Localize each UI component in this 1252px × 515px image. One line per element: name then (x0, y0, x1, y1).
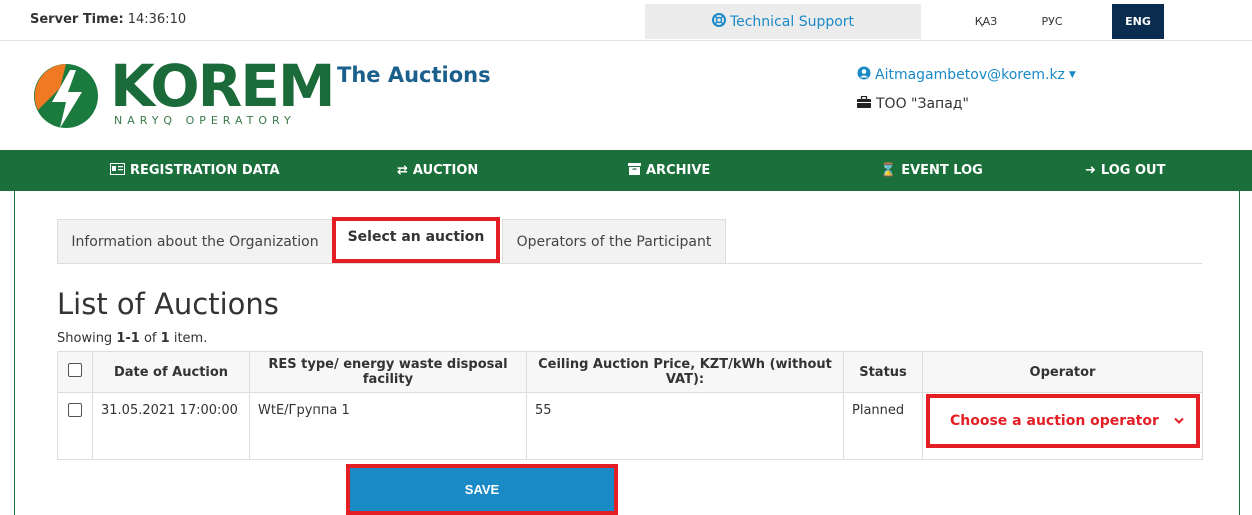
archive-icon (628, 162, 641, 179)
nav-registration-data[interactable]: REGISTRATION DATA (110, 150, 280, 191)
logo-wordmark: KOREM (110, 52, 336, 120)
user-circle-icon (857, 66, 871, 84)
operator-select[interactable]: Choose a auction operator (926, 394, 1200, 448)
list-title: List of Auctions (57, 287, 279, 321)
cell-ceiling-price: 55 (526, 392, 844, 460)
hourglass-icon: ⌛ (880, 163, 897, 178)
briefcase-icon (857, 95, 871, 112)
nav-event-log-label: EVENT LOG (901, 163, 983, 178)
col-res-type[interactable]: RES type/ energy waste disposal facility (249, 351, 527, 393)
tab-participant-operators[interactable]: Operators of the Participant (502, 219, 726, 263)
logo-subtext: NARYQ OPERATORY (114, 114, 296, 127)
user-menu[interactable]: Aitmagambetov@korem.kz ▼ (857, 66, 1076, 84)
lang-rus-button[interactable]: РУС (1034, 4, 1070, 39)
table-header-row: Date of Auction RES type/ energy waste d… (57, 351, 1203, 393)
chevron-down-icon (1174, 414, 1184, 428)
exchange-icon: ⇄ (397, 163, 408, 178)
pagination-summary: Showing 1-1 of 1 item. (57, 331, 207, 346)
nav-auction[interactable]: ⇄ AUCTION (397, 150, 478, 191)
col-status[interactable]: Status (843, 351, 923, 393)
cell-status: Planned (843, 392, 923, 460)
user-organization: ТОО "Запад" (857, 95, 969, 112)
logout-icon: ➜ (1085, 163, 1096, 178)
lightning-logo-icon (34, 64, 98, 128)
showing-prefix: Showing (57, 331, 113, 346)
cell-date: 31.05.2021 17:00:00 (92, 392, 250, 460)
tab-select-auction[interactable]: Select an auction (332, 217, 500, 263)
row-checkbox[interactable] (68, 403, 82, 417)
nav-event-log[interactable]: ⌛ EVENT LOG (880, 150, 983, 191)
top-bar: Server Time: 14:36:10 Technical Support Қ… (0, 0, 1252, 41)
nav-archive-label: ARCHIVE (646, 163, 711, 178)
col-ceiling-price[interactable]: Ceiling Auction Price, KZT/kWh (without … (526, 351, 844, 393)
nav-registration-data-label: REGISTRATION DATA (130, 163, 280, 178)
technical-support-label: Technical Support (729, 13, 855, 30)
col-operator: Operator (922, 351, 1203, 393)
main-navigation: REGISTRATION DATA ⇄ AUCTION ARCHIVE ⌛ EV… (0, 150, 1252, 191)
user-email: Aitmagambetov@korem.kz (875, 67, 1065, 83)
page-title: The Auctions (337, 63, 491, 87)
server-time-value: 14:36:10 (127, 12, 187, 27)
lang-eng-button[interactable]: ENG (1112, 4, 1164, 39)
user-org-name: ТОО "Запад" (876, 96, 969, 112)
cell-res-type: WtE/Группа 1 (249, 392, 527, 460)
korem-logo[interactable]: KOREM NARYQ OPERATORY (30, 52, 336, 140)
operator-select-value: Choose a auction operator (950, 413, 1159, 429)
showing-range: 1-1 (116, 331, 140, 346)
showing-suffix: item. (173, 331, 208, 346)
select-all-cell (57, 351, 93, 393)
nav-archive[interactable]: ARCHIVE (628, 150, 710, 191)
showing-total: 1 (160, 331, 170, 346)
technical-support-link[interactable]: Technical Support (645, 4, 921, 39)
server-time-label: Server Time: (30, 12, 124, 27)
server-time: Server Time: 14:36:10 (30, 12, 186, 27)
col-date[interactable]: Date of Auction (92, 351, 250, 393)
lang-kaz-button[interactable]: ҚАЗ (968, 4, 1004, 39)
lifebuoy-icon (711, 12, 726, 31)
tab-bar: Information about the Organization Selec… (57, 217, 1202, 264)
showing-of: of (143, 331, 157, 346)
save-button[interactable]: SAVE (350, 468, 614, 511)
id-card-icon (110, 162, 125, 179)
nav-auction-label: AUCTION (412, 163, 479, 178)
tab-organization-info[interactable]: Information about the Organization (57, 219, 333, 263)
row-checkbox-cell (57, 392, 93, 460)
select-all-checkbox[interactable] (68, 363, 82, 377)
nav-log-out-label: LOG OUT (1100, 163, 1166, 178)
caret-down-icon: ▼ (1068, 70, 1076, 80)
nav-log-out[interactable]: ➜ LOG OUT (1085, 150, 1165, 191)
